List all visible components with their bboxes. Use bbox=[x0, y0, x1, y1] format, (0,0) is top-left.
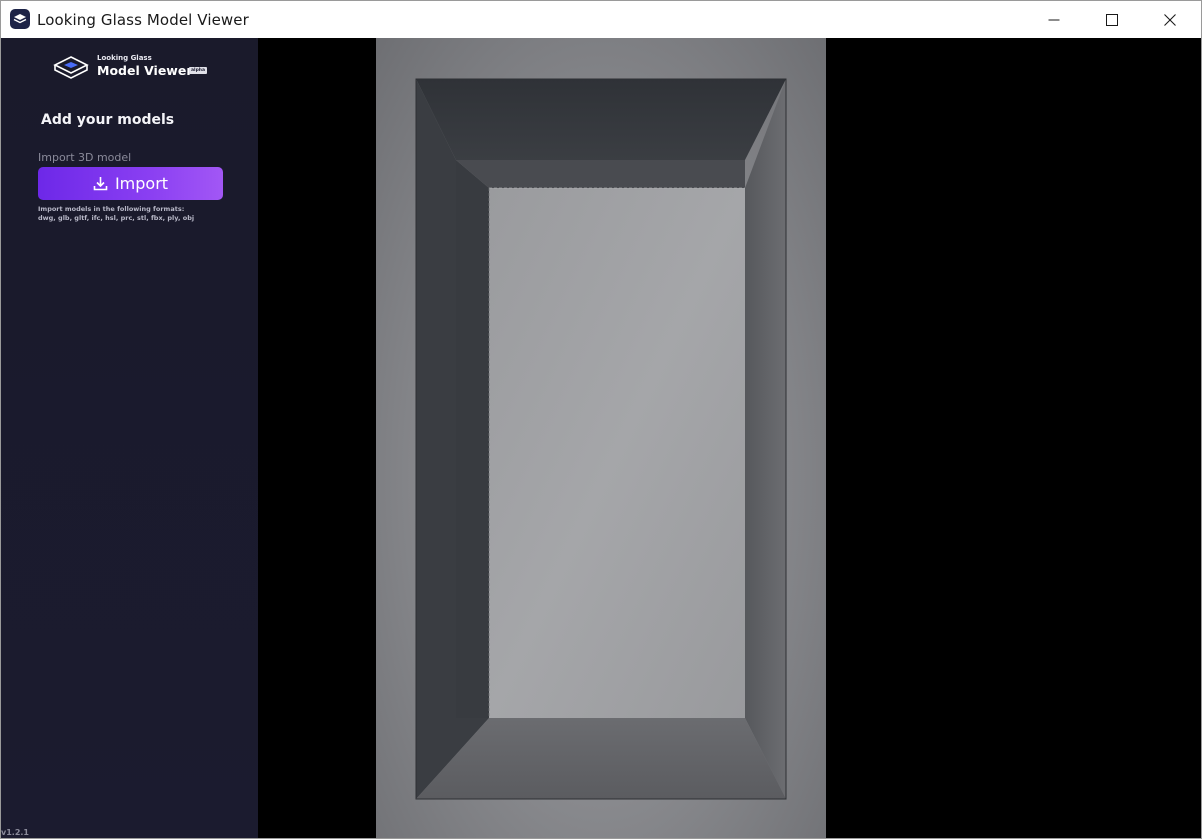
close-button[interactable] bbox=[1141, 1, 1199, 38]
minimize-icon bbox=[1048, 19, 1060, 20]
logo-big-text: Model Viewer bbox=[97, 63, 193, 78]
maximize-icon bbox=[1106, 13, 1118, 26]
model-preview-canvas[interactable] bbox=[376, 38, 826, 838]
import-button[interactable]: Import bbox=[38, 167, 223, 200]
app-icon bbox=[10, 9, 30, 29]
maximize-button[interactable] bbox=[1083, 1, 1141, 38]
sidebar: Looking Glass Model Viewer alpha Add you… bbox=[1, 38, 258, 838]
logo: Looking Glass Model Viewer alpha bbox=[53, 53, 213, 83]
formats-line-2: dwg, glb, gltf, ifc, hsl, prc, stl, fbx,… bbox=[38, 214, 195, 222]
download-icon bbox=[93, 177, 108, 191]
preview-box-render bbox=[415, 78, 787, 800]
logo-badge: alpha bbox=[189, 67, 208, 74]
title-bar: Looking Glass Model Viewer bbox=[1, 1, 1201, 38]
window-title: Looking Glass Model Viewer bbox=[37, 11, 249, 29]
supported-formats: Import models in the following formats: … bbox=[38, 205, 238, 223]
import-label: Import 3D model bbox=[38, 151, 132, 164]
close-icon bbox=[1164, 13, 1176, 26]
section-title: Add your models bbox=[41, 112, 175, 128]
minimize-button[interactable] bbox=[1025, 1, 1083, 38]
app-window: Looking Glass Model Viewer Looking Glass… bbox=[0, 0, 1202, 839]
version-label: v1.2.1 bbox=[1, 828, 29, 837]
import-button-label: Import bbox=[114, 174, 169, 193]
viewport[interactable] bbox=[258, 38, 1201, 838]
formats-line-1: Import models in the following formats: bbox=[38, 205, 185, 213]
logo-small-text: Looking Glass bbox=[97, 54, 152, 62]
looking-glass-logo-icon bbox=[53, 56, 89, 79]
